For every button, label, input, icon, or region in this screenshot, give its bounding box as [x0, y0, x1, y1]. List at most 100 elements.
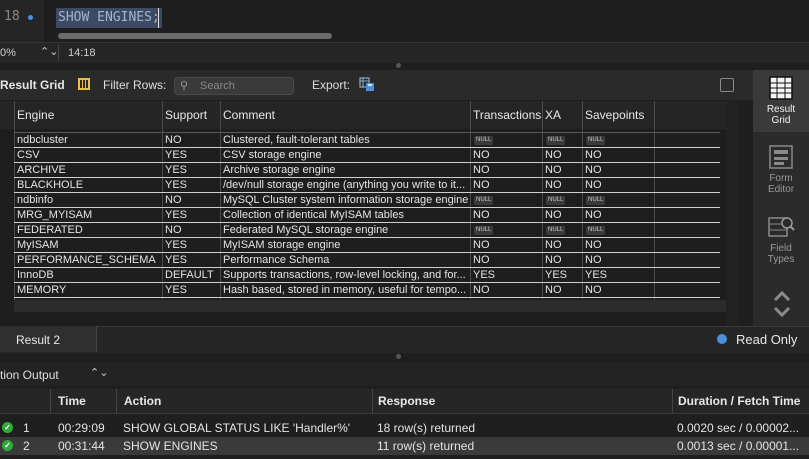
output-response: 18 row(s) returned	[377, 421, 476, 435]
field-types-button[interactable]: Field Types	[753, 210, 809, 272]
table-cell[interactable]: FEDERATED	[14, 223, 162, 238]
table-cell[interactable]: Collection of identical MyISAM tables	[220, 208, 470, 223]
table-cell[interactable]: Archive storage engine	[220, 163, 470, 178]
output-column-time[interactable]: Time	[58, 389, 86, 413]
table-cell[interactable]: YES	[470, 268, 542, 283]
split-handle-icon[interactable]	[396, 354, 401, 359]
table-cell[interactable]: YES	[162, 283, 220, 298]
table-cell[interactable]: MEMORY	[14, 283, 162, 298]
output-selector[interactable]: tion Output	[0, 368, 59, 382]
table-cell[interactable]: /dev/null storage engine (anything you w…	[220, 178, 470, 193]
table-cell[interactable]: NO	[542, 283, 582, 298]
table-cell[interactable]: CSV	[14, 148, 162, 163]
table-cell[interactable]: MRG_MYISAM	[14, 208, 162, 223]
table-cell[interactable]: YES	[162, 253, 220, 268]
table-cell[interactable]: Supports transactions, row-level locking…	[220, 268, 470, 283]
table-cell[interactable]: MySQL Cluster system information storage…	[220, 193, 470, 208]
table-cell[interactable]: NO	[162, 193, 220, 208]
table-cell[interactable]: Hash based, stored in memory, useful for…	[220, 283, 470, 298]
table-cell[interactable]: NO	[470, 163, 542, 178]
table-cell[interactable]: BLACKHOLE	[14, 178, 162, 193]
more-views-chevron-icon[interactable]	[772, 290, 792, 320]
table-cell[interactable]: CSV storage engine	[220, 148, 470, 163]
editor-horizontal-scrollbar[interactable]	[58, 33, 332, 39]
form-editor-button[interactable]: Form Editor	[753, 140, 809, 202]
column-header-comment[interactable]: Comment	[220, 101, 470, 129]
toggle-panel-icon[interactable]	[720, 78, 734, 92]
table-cell[interactable]: ndbinfo	[14, 193, 162, 208]
table-cell[interactable]: NO	[470, 178, 542, 193]
table-cell[interactable]: NO	[582, 163, 654, 178]
output-time: 00:31:44	[58, 439, 105, 453]
table-cell[interactable]: NO	[582, 238, 654, 253]
column-header-xa[interactable]: XA	[542, 101, 582, 129]
table-cell[interactable]: YES	[582, 268, 654, 283]
zoom-level[interactable]: 0%	[0, 47, 16, 59]
table-cell[interactable]: NO	[582, 283, 654, 298]
table-cell[interactable]: NO	[162, 223, 220, 238]
success-check-icon: ✓	[2, 440, 13, 451]
row-divider	[14, 297, 720, 298]
sql-statement[interactable]: SHOW ENGINES;	[56, 8, 162, 28]
column-header-savepoints[interactable]: Savepoints	[582, 101, 654, 129]
output-selector-arrows-icon[interactable]: ⌃⌄	[90, 366, 108, 379]
table-cell[interactable]: YES	[162, 208, 220, 223]
output-column-action[interactable]: Action	[124, 389, 161, 413]
table-cell[interactable]: DEFAULT	[162, 268, 220, 283]
output-time: 00:29:09	[58, 421, 105, 435]
table-cell[interactable]: ARCHIVE	[14, 163, 162, 178]
table-cell[interactable]: NO	[542, 148, 582, 163]
table-cell[interactable]: YES	[162, 238, 220, 253]
table-cell[interactable]: YES	[162, 148, 220, 163]
statement-marker-icon[interactable]	[28, 15, 33, 20]
table-cell[interactable]: NO	[582, 253, 654, 268]
column-header-engine[interactable]: Engine	[14, 101, 162, 129]
export-icon[interactable]	[359, 77, 375, 92]
table-cell[interactable]: MyISAM storage engine	[220, 238, 470, 253]
output-row[interactable]: ✓ 2 00:31:44 SHOW ENGINES 11 row(s) returned…	[0, 437, 809, 455]
null-badge: NULL	[474, 196, 494, 205]
table-cell[interactable]: InnoDB	[14, 268, 162, 283]
table-cell[interactable]: YES	[162, 178, 220, 193]
table-cell[interactable]: NO	[582, 208, 654, 223]
output-row[interactable]: ✓ 1 00:29:09 SHOW GLOBAL STATUS LIKE 'Handl…	[0, 419, 809, 437]
table-cell[interactable]: Federated MySQL storage engine	[220, 223, 470, 238]
null-badge: NULL	[546, 136, 566, 145]
grid-layout-icon[interactable]	[78, 78, 90, 90]
table-cell[interactable]: NO	[542, 163, 582, 178]
output-column-duration-fetch-time[interactable]: Duration / Fetch Time	[678, 389, 800, 413]
table-cell[interactable]: NO	[582, 178, 654, 193]
read-only-info-icon[interactable]	[717, 334, 727, 344]
table-cell[interactable]: NO	[582, 148, 654, 163]
split-handle-icon[interactable]	[396, 63, 401, 68]
table-cell[interactable]: MyISAM	[14, 238, 162, 253]
table-cell[interactable]: Performance Schema	[220, 253, 470, 268]
field-types-icon	[768, 217, 795, 237]
table-cell[interactable]: YES	[542, 268, 582, 283]
table-cell[interactable]: NO	[470, 148, 542, 163]
null-badge: NULL	[474, 136, 494, 145]
table-cell[interactable]: NO	[542, 238, 582, 253]
zoom-stepper-icon[interactable]: ⌃⌄	[40, 45, 58, 58]
table-cell[interactable]: PERFORMANCE_SCHEMA	[14, 253, 162, 268]
table-cell[interactable]: NO	[542, 208, 582, 223]
grid-vertical-scrollbar[interactable]	[726, 101, 738, 326]
table-cell[interactable]: YES	[162, 163, 220, 178]
table-cell[interactable]: NO	[162, 133, 220, 148]
table-cell[interactable]: Clustered, fault-tolerant tables	[220, 133, 470, 148]
table-cell[interactable]: NO	[470, 283, 542, 298]
table-cell[interactable]: NO	[470, 208, 542, 223]
result-grid-button[interactable]: Result Grid	[753, 70, 809, 132]
search-placeholder: Search	[200, 80, 235, 92]
table-cell[interactable]: NO	[542, 253, 582, 268]
table-cell[interactable]: NO	[470, 253, 542, 268]
table-cell[interactable]: ndbcluster	[14, 133, 162, 148]
editor-status-bar: 0% ⌃⌄ 14:18	[0, 42, 809, 63]
table-cell[interactable]: NO	[542, 178, 582, 193]
output-column-response[interactable]: Response	[378, 389, 435, 413]
column-header-transactions[interactable]: Transactions	[470, 101, 542, 129]
column-header-support[interactable]: Support	[162, 101, 220, 129]
grid-horizontal-scrollbar[interactable]	[14, 300, 726, 312]
table-cell[interactable]: NO	[470, 238, 542, 253]
filter-rows-label: Filter Rows:	[103, 78, 167, 92]
